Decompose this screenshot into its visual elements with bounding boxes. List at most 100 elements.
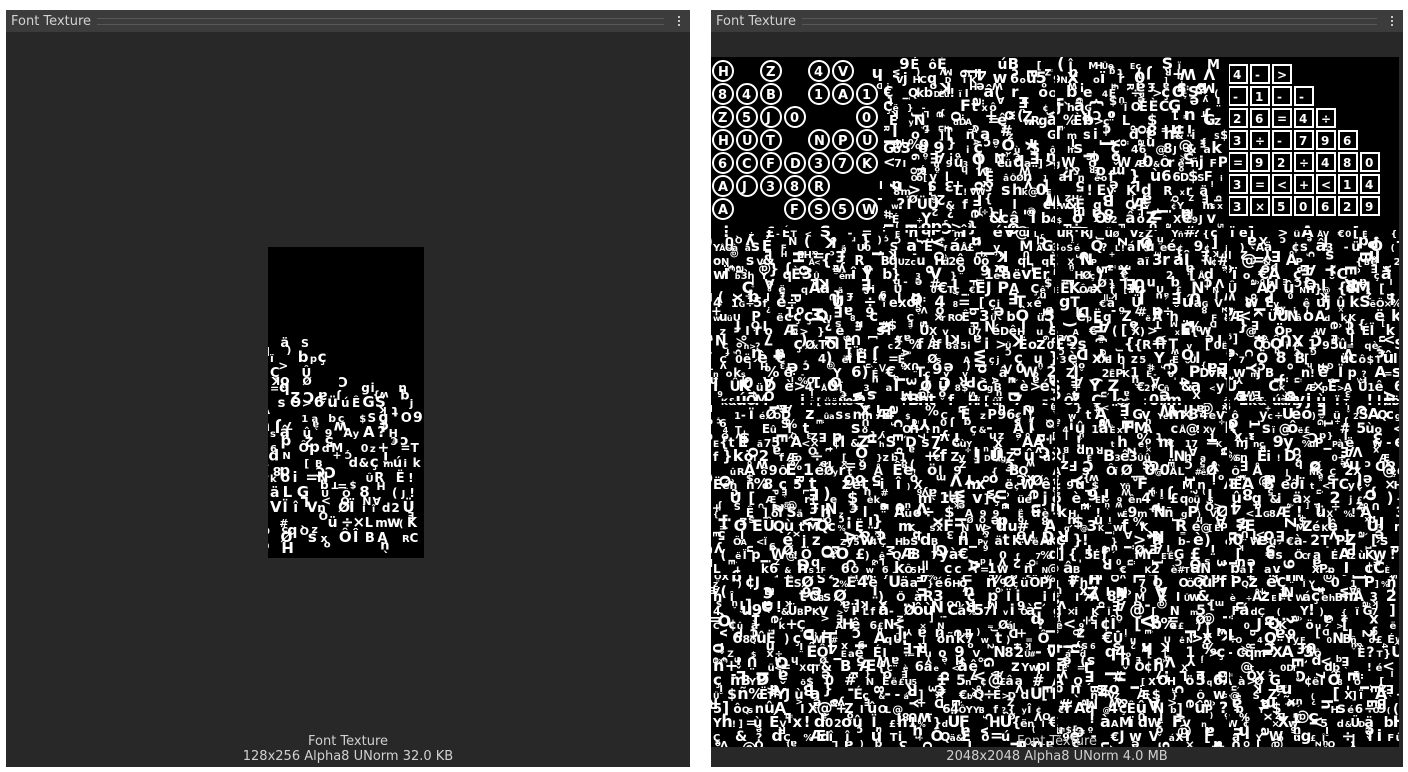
svg-text:ú: ú [341, 396, 350, 410]
svg-text:ç: ç [970, 422, 977, 436]
svg-text:e: e [889, 296, 898, 311]
svg-text:+: + [1299, 178, 1309, 192]
svg-text:!: ! [408, 471, 413, 485]
svg-text:x: x [766, 647, 773, 660]
svg-text:@: @ [730, 248, 739, 258]
svg-text:h: h [791, 654, 799, 667]
svg-text:B: B [1364, 258, 1370, 267]
svg-text:v: v [1003, 608, 1009, 617]
svg-text:x: x [1148, 674, 1156, 688]
svg-text:C: C [742, 157, 752, 172]
kebab-menu-icon[interactable] [1385, 16, 1399, 26]
svg-text:#: # [880, 486, 888, 497]
svg-text:ï: ï [1355, 605, 1359, 618]
svg-text:s: s [278, 396, 286, 411]
svg-text:A: A [718, 203, 728, 218]
svg-text:f: f [713, 450, 719, 464]
svg-text:}: } [722, 447, 733, 465]
svg-text:[: [ [1041, 687, 1047, 703]
svg-text:%: % [925, 401, 939, 417]
svg-text:â: â [1006, 674, 1014, 688]
svg-text:ü: ü [1004, 157, 1012, 170]
svg-text:È: È [1109, 424, 1115, 436]
svg-text:h: h [961, 164, 968, 175]
svg-text:è: è [784, 379, 794, 395]
svg-text:e: e [1281, 477, 1291, 493]
svg-text:3: 3 [1189, 407, 1199, 423]
svg-text:$: $ [1394, 334, 1399, 353]
svg-text:ê: ê [1179, 635, 1185, 645]
svg-text:ï: ï [270, 352, 274, 365]
svg-text:H: H [969, 80, 977, 91]
svg-text:9: 9 [1322, 339, 1330, 352]
svg-text:b: b [924, 86, 933, 101]
svg-text:h: h [879, 440, 885, 449]
svg-text:K: K [407, 516, 418, 531]
svg-text:1: 1 [862, 88, 871, 103]
svg-text:0: 0 [1345, 230, 1351, 240]
svg-text:é: é [1312, 520, 1320, 534]
svg-text:r: r [1065, 701, 1072, 717]
svg-text:l: l [1108, 353, 1112, 366]
svg-text:ú: ú [1111, 542, 1118, 554]
svg-text:A: A [1111, 719, 1119, 730]
svg-text:): ) [784, 632, 789, 646]
svg-text:ê: ê [1327, 321, 1342, 330]
svg-text:Ô: Ô [299, 440, 309, 455]
svg-text:[: [ [1379, 282, 1384, 296]
svg-text:Î: Î [1303, 578, 1306, 589]
svg-text:T: T [913, 643, 924, 661]
svg-text:e: e [915, 276, 922, 289]
kebab-menu-icon[interactable] [672, 16, 686, 26]
svg-text:o: o [1303, 306, 1314, 325]
svg-text:4: 4 [1233, 68, 1241, 82]
svg-text:x: x [1217, 202, 1223, 212]
svg-text:é: é [776, 293, 786, 311]
svg-text:1: 1 [301, 414, 308, 425]
svg-text:E: E [975, 279, 985, 297]
svg-text:P: P [1231, 573, 1242, 591]
svg-text:x: x [793, 713, 803, 731]
svg-text:×: × [1255, 200, 1265, 214]
svg-text:s: s [1337, 699, 1346, 717]
svg-text:ú: ú [393, 456, 402, 471]
svg-text:â: â [1296, 314, 1302, 324]
svg-text:u: u [1156, 290, 1163, 301]
svg-text:B: B [766, 88, 776, 103]
texture-preview-panel-left: Font Texture Nä(Sï<bpçÇKöÛØC=q2CâJgi}wnq… [6, 10, 690, 767]
svg-text:ü: ü [1031, 505, 1041, 521]
svg-text:4: 4 [871, 538, 877, 548]
svg-text:6: 6 [982, 543, 988, 552]
svg-text:-: - [1344, 240, 1349, 254]
svg-text:ô: ô [938, 388, 946, 401]
svg-text:r: r [1162, 250, 1170, 269]
svg-text:÷: ÷ [964, 444, 972, 454]
svg-text:ë: ë [1032, 537, 1039, 548]
svg-text:3: 3 [1233, 200, 1241, 214]
svg-text:K: K [862, 157, 873, 172]
texture-name: Font Texture [307, 734, 389, 749]
svg-text:P: P [1364, 573, 1375, 591]
svg-text:É: É [1093, 549, 1101, 562]
svg-text:î: î [960, 222, 967, 241]
svg-text:): ) [1202, 487, 1206, 496]
svg-text:ù: ù [1104, 501, 1110, 510]
svg-text:7: 7 [931, 549, 939, 562]
svg-text:]: ] [1375, 580, 1379, 590]
svg-text:(: ( [286, 344, 291, 357]
svg-text:4: 4 [1131, 143, 1139, 156]
svg-text:t: t [1086, 408, 1092, 422]
svg-text:(: ( [1356, 478, 1361, 492]
svg-text:s: s [1083, 128, 1091, 143]
svg-text:J: J [754, 575, 760, 591]
svg-text:d: d [349, 456, 358, 471]
svg-text:ä: ä [994, 534, 1002, 548]
svg-text:g: g [1059, 292, 1070, 311]
svg-text:t: t [711, 333, 713, 342]
svg-text:à: à [1100, 712, 1111, 731]
svg-text:f: f [940, 446, 948, 465]
svg-text:+: + [916, 696, 926, 710]
svg-text:V: V [949, 471, 962, 490]
svg-text:e: e [1138, 440, 1144, 450]
svg-text:Î: Î [353, 527, 359, 546]
